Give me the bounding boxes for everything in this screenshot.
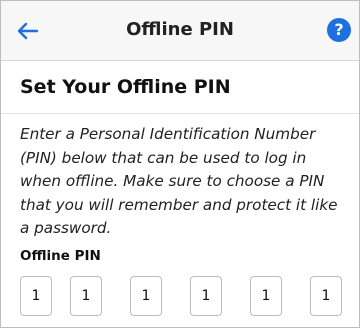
pin-digit-5[interactable]: 1: [250, 276, 282, 316]
header-bar: Offline PIN ?: [1, 1, 359, 61]
app-frame: Offline PIN ? Set Your Offline PIN Enter…: [0, 0, 360, 328]
instructions-text: Enter a Personal Identification Number (…: [20, 125, 338, 237]
pin-label: Offline PIN: [20, 248, 101, 264]
help-icon[interactable]: ?: [327, 18, 351, 42]
pin-digit-1[interactable]: 1: [20, 276, 52, 316]
pin-digit-4[interactable]: 1: [190, 276, 222, 316]
pin-digit-3[interactable]: 1: [130, 276, 162, 316]
pin-input-group: 1 1 1 1 1 1: [20, 276, 356, 316]
pin-digit-2[interactable]: 1: [70, 276, 102, 316]
divider: [1, 113, 359, 114]
section-heading: Set Your Offline PIN: [20, 76, 231, 98]
back-arrow-icon[interactable]: [13, 16, 43, 46]
content-area: Set Your Offline PIN Enter a Personal Id…: [1, 61, 359, 327]
page-title: Offline PIN: [126, 19, 234, 40]
pin-digit-6[interactable]: 1: [310, 276, 342, 316]
